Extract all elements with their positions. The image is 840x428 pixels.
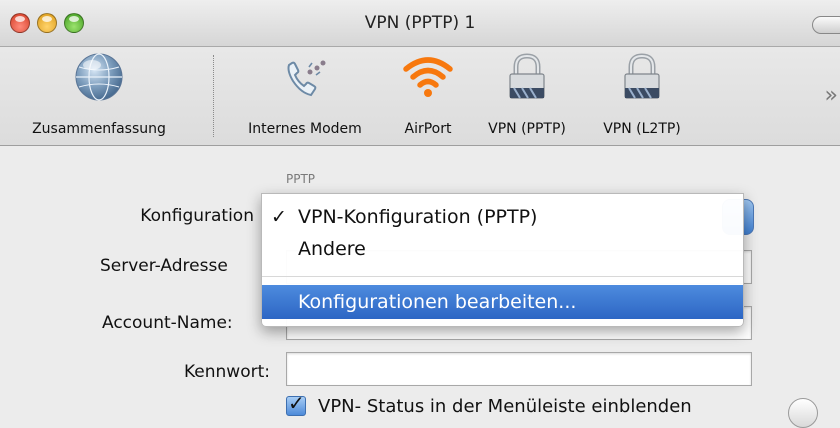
menu-item-andere[interactable]: Andere [262,232,743,266]
toolbar-label: VPN (L2TP) [603,121,681,137]
toolbar-item-airport[interactable]: AirPort [388,51,468,141]
menu-item-label: VPN-Konfiguration (PPTP) [298,206,538,228]
phone-modem-icon [287,60,326,97]
section-label: PPTP [286,172,316,186]
title-bar: VPN (PPTP) 1 [0,0,840,47]
menu-item-vpn-konfiguration[interactable]: ✓ VPN-Konfiguration (PPTP) [262,200,743,234]
globe-icon [75,53,123,101]
menu-item-konfigurationen-bearbeiten[interactable]: Konfigurationen bearbeiten... [262,285,743,319]
account-name-label: Account-Name: [102,313,233,333]
toolbar-label: Internes Modem [248,121,362,137]
konfiguration-label: Konfiguration [140,206,254,226]
kennwort-field[interactable] [286,352,752,386]
toolbar-item-vpn-l2tp[interactable]: VPN (L2TP) [586,51,698,141]
vpn-status-label: VPN- Status in der Menüleiste einblenden [318,396,692,417]
airport-wifi-icon [403,57,453,97]
vpn-status-checkbox[interactable] [286,391,306,416]
toolbar-separator [213,55,214,137]
toolbar-label: VPN (PPTP) [488,121,566,137]
toolbar-item-zusammenfassung[interactable]: Zusammenfassung [6,51,192,141]
konfiguration-menu: ✓ VPN-Konfiguration (PPTP) Andere Konfig… [261,193,744,327]
toolbar-toggle-button[interactable] [812,16,840,34]
toolbar-item-vpn-pptp[interactable]: VPN (PPTP) [472,51,582,141]
menu-item-label: Konfigurationen bearbeiten... [298,291,577,313]
toolbar-label: Zusammenfassung [32,121,166,137]
lock-icon [509,53,545,99]
toolbar-overflow-icon[interactable]: » [825,83,838,108]
toolbar: Zusammenfassung Internes Modem AirPort V… [0,47,840,146]
help-button[interactable] [788,398,818,428]
window-title: VPN (PPTP) 1 [364,13,476,33]
checkmark-icon: ✓ [271,206,287,228]
toolbar-label: AirPort [404,121,452,137]
menu-separator [262,276,743,277]
lock-icon [624,53,660,99]
kennwort-label: Kennwort: [184,362,270,382]
server-address-label: Server-Adresse [100,256,228,276]
toolbar-item-internes-modem[interactable]: Internes Modem [230,51,380,141]
menu-item-label: Andere [298,238,366,260]
